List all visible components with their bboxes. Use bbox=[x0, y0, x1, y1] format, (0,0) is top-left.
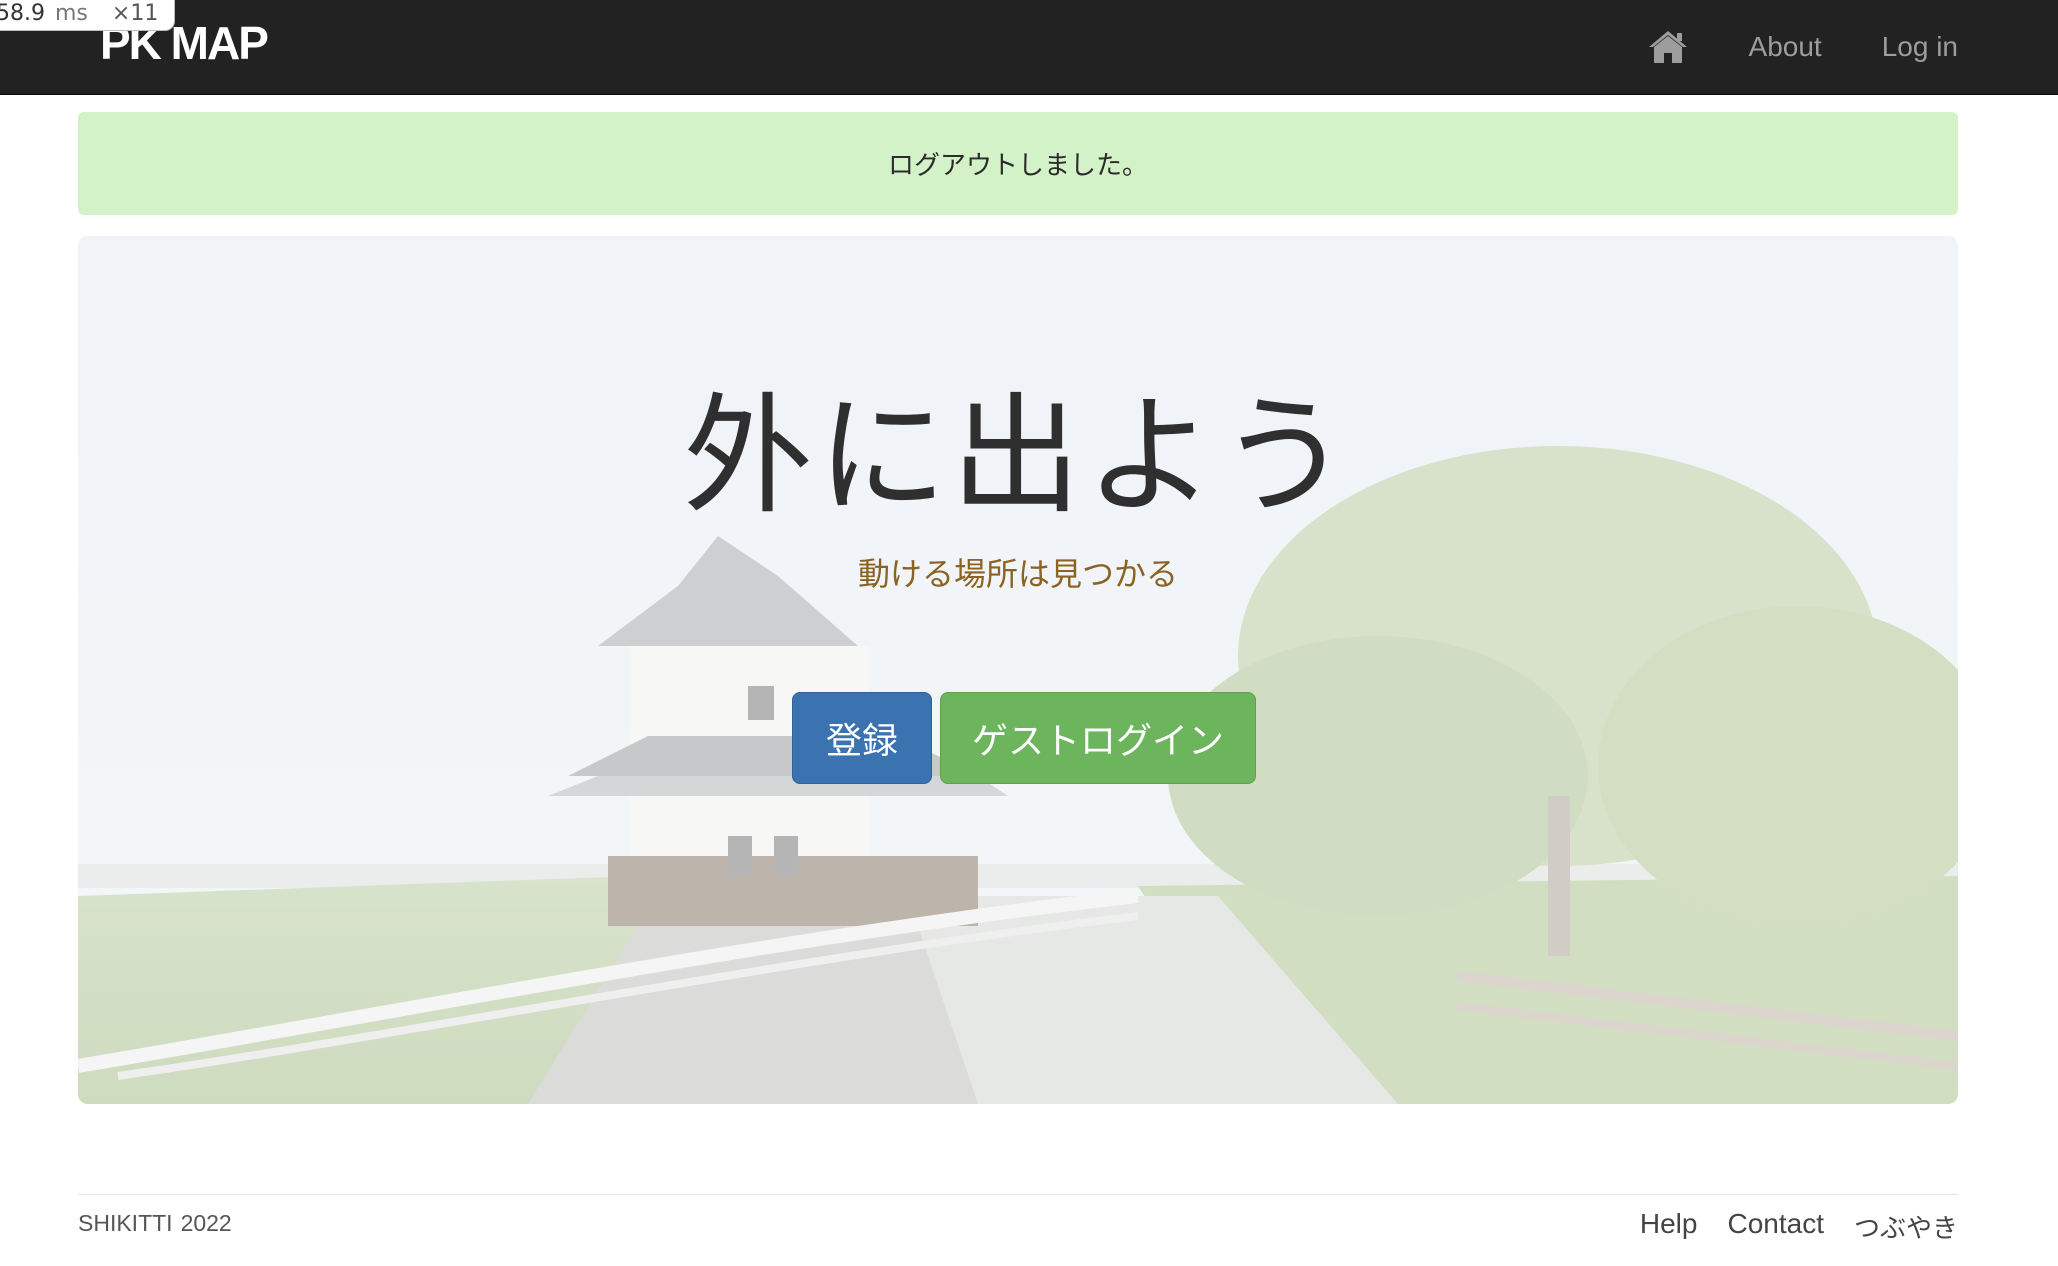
top-navbar: PK MAP About Log in bbox=[0, 0, 2058, 95]
footer-link-help[interactable]: Help bbox=[1640, 1208, 1698, 1245]
nav-link-login[interactable]: Log in bbox=[1882, 31, 1958, 63]
footer-link-contact[interactable]: Contact bbox=[1727, 1208, 1824, 1245]
hero-title: 外に出よう bbox=[682, 380, 1353, 532]
nav-link-about[interactable]: About bbox=[1749, 31, 1822, 63]
perf-multiplier: ×11 bbox=[111, 1, 159, 26]
hero-button-group: 登録 ゲストログイン bbox=[78, 692, 1958, 784]
logout-alert: ログアウトしました。 bbox=[78, 112, 1958, 215]
footer-year: 2022 bbox=[180, 1210, 232, 1236]
guest-login-button[interactable]: ゲストログイン bbox=[940, 692, 1256, 784]
perf-debug-badge: 58.9 ms ×11 bbox=[0, 0, 176, 31]
perf-time-unit: ms bbox=[54, 1, 88, 26]
register-button[interactable]: 登録 bbox=[792, 692, 932, 784]
nav-links: About Log in bbox=[1647, 0, 1958, 94]
footer-link-tweets[interactable]: つぶやき bbox=[1854, 1208, 1958, 1245]
hero-subtitle: 動ける場所は見つかる bbox=[857, 555, 1178, 593]
hero-jumbotron: 外に出よう 動ける場所は見つかる 登録 ゲストログイン bbox=[78, 236, 1958, 1104]
footer-links: Help Contact つぶやき bbox=[1640, 1208, 1958, 1245]
perf-time-value: 58.9 bbox=[0, 1, 45, 26]
footer-copyright: SHIKITTI 2022 bbox=[78, 1210, 232, 1237]
footer-company: SHIKITTI bbox=[78, 1210, 173, 1236]
footer-divider bbox=[78, 1194, 1958, 1195]
hero-background-image bbox=[78, 236, 1958, 1104]
home-icon[interactable] bbox=[1647, 27, 1689, 67]
alert-message: ログアウトしました。 bbox=[887, 151, 1148, 181]
